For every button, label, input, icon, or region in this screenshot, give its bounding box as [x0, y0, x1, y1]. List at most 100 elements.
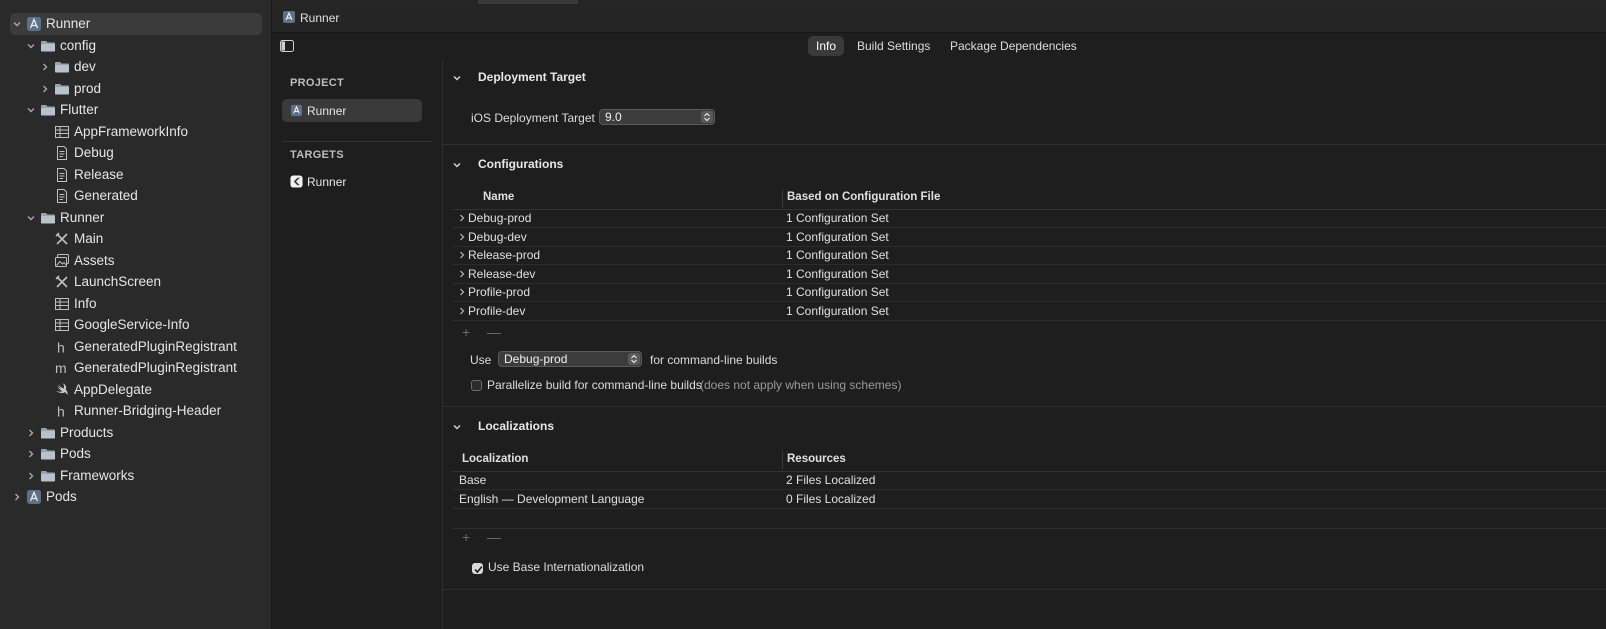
chevron-right-icon[interactable] — [12, 492, 22, 502]
chevron-right-icon[interactable] — [458, 288, 466, 296]
table-row[interactable]: Base 2 Files Localized — [452, 471, 1606, 490]
chevron-down-icon[interactable] — [26, 41, 36, 51]
configuration-based-on: 1 Configuration Set — [786, 304, 889, 318]
folder-icon — [40, 210, 56, 226]
checkmark-icon — [474, 566, 483, 574]
navigator-item-assets[interactable]: Assets — [10, 250, 262, 272]
chevron-down-icon[interactable] — [26, 105, 36, 115]
folder-icon — [40, 102, 56, 118]
chevron-right-icon[interactable] — [40, 84, 50, 94]
navigator-item-generated[interactable]: Generated — [10, 185, 262, 207]
navigator-item-googleservice-info[interactable]: GoogleService-Info — [10, 314, 262, 336]
plist-icon — [54, 317, 70, 333]
target-item-runner[interactable]: Runner — [282, 170, 422, 193]
column-header-based-on[interactable]: Based on Configuration File — [787, 191, 940, 203]
navigator-item-runner[interactable]: Runner — [10, 207, 262, 229]
chevron-right-icon[interactable] — [458, 214, 466, 222]
chevron-down-icon — [452, 73, 462, 83]
parallelize-checkbox[interactable] — [471, 380, 482, 391]
navigator-item-launchscreen[interactable]: LaunchScreen — [10, 271, 262, 293]
chevron-right-icon[interactable] — [40, 62, 50, 72]
folder-icon — [40, 38, 56, 54]
navigator-item-generatedpluginregistrant[interactable]: h GeneratedPluginRegistrant — [10, 336, 262, 358]
table-row[interactable]: Debug-dev 1 Configuration Set — [452, 228, 1606, 247]
column-header-resources[interactable]: Resources — [787, 453, 846, 465]
chevron-right-icon[interactable] — [26, 428, 36, 438]
tab-info[interactable]: Info — [808, 36, 845, 56]
chevron-right-icon[interactable] — [458, 233, 466, 241]
tab-build-settings[interactable]: Build Settings — [849, 36, 938, 56]
navigator-item-pods[interactable]: Pods — [10, 486, 262, 508]
navigator-item-appdelegate[interactable]: AppDelegate — [10, 379, 262, 401]
navigator-item-config[interactable]: config — [10, 35, 262, 57]
plist-icon — [54, 296, 70, 312]
navigator-item-runner[interactable]: Runner — [10, 13, 262, 35]
column-header-name[interactable]: Name — [483, 191, 514, 203]
chevron-down-icon — [452, 160, 462, 170]
remove-localization-button[interactable]: — — [487, 529, 501, 545]
use-suffix-label: for command-line builds — [650, 353, 778, 367]
navigator-item-label: dev — [74, 59, 96, 74]
section-title: Localizations — [478, 419, 555, 433]
ios-deployment-target-select[interactable]: 9.0 — [599, 109, 715, 125]
navigator-item-products[interactable]: Products — [10, 422, 262, 444]
select-value: Debug-prod — [504, 352, 568, 366]
navigator-item-label: Assets — [74, 252, 115, 268]
navigator-item-label: Runner — [60, 209, 105, 225]
chevron-down-icon[interactable] — [12, 19, 22, 29]
select-value: 9.0 — [605, 110, 622, 124]
navigator-item-main[interactable]: Main — [10, 228, 262, 250]
add-configuration-button[interactable]: + — [462, 324, 470, 340]
table-row[interactable]: Release-dev 1 Configuration Set — [452, 265, 1606, 284]
header-h-icon: h — [54, 403, 70, 420]
table-divider — [452, 528, 1606, 529]
section-title: Deployment Target — [478, 70, 586, 84]
info-content: Deployment Target iOS Deployment Target … — [442, 59, 1606, 629]
chevron-right-icon[interactable] — [458, 307, 466, 315]
chevron-right-icon[interactable] — [458, 270, 466, 278]
localization-name: English — Development Language — [459, 491, 645, 506]
chevron-right-icon[interactable] — [26, 449, 36, 459]
navigator-item-label: Generated — [74, 188, 138, 203]
chevron-right-icon[interactable] — [26, 471, 36, 481]
navigator-item-info[interactable]: Info — [10, 293, 262, 315]
xcode-project-icon — [290, 104, 303, 117]
add-localization-button[interactable]: + — [462, 529, 470, 545]
navigator-item-dev[interactable]: dev — [10, 56, 262, 78]
navigator-item-release[interactable]: Release — [10, 164, 262, 186]
remove-configuration-button[interactable]: — — [487, 324, 501, 340]
breadcrumb-project[interactable]: Runner — [300, 11, 339, 25]
sidebar-toggle-icon[interactable] — [280, 40, 294, 52]
navigator-item-debug[interactable]: Debug — [10, 142, 262, 164]
select-arrows-icon — [628, 353, 640, 365]
parallelize-label: Parallelize build for command-line build… — [487, 378, 702, 392]
table-row[interactable]: Debug-prod 1 Configuration Set — [452, 209, 1606, 228]
column-header-localization[interactable]: Localization — [462, 453, 528, 465]
table-row[interactable]: Profile-dev 1 Configuration Set — [452, 302, 1606, 321]
table-row[interactable]: Profile-prod 1 Configuration Set — [452, 283, 1606, 303]
navigator-item-generatedpluginregistrant[interactable]: m GeneratedPluginRegistrant — [10, 357, 262, 379]
column-divider — [782, 451, 783, 469]
navigator-item-runner-bridging-header[interactable]: h Runner-Bridging-Header — [10, 400, 262, 422]
navigator-item-label: Runner-Bridging-Header — [74, 403, 222, 418]
plist-icon — [54, 124, 70, 140]
project-item-runner[interactable]: Runner — [282, 99, 422, 122]
navigator-item-label: prod — [74, 80, 102, 96]
table-row[interactable]: English — Development Language 0 Files Lo… — [452, 490, 1606, 509]
command-line-config-select[interactable]: Debug-prod — [498, 351, 642, 367]
use-label: Use — [470, 353, 492, 367]
chevron-down-icon[interactable] — [26, 213, 36, 223]
navigator-item-appframeworkinfo[interactable]: AppFrameworkInfo — [10, 121, 262, 143]
chevron-right-icon[interactable] — [458, 251, 466, 259]
parallelize-note: (does not apply when using schemes) — [700, 378, 902, 392]
xcconfig-icon — [54, 188, 70, 204]
use-base-intl-checkbox[interactable] — [472, 563, 483, 574]
navigator-item-frameworks[interactable]: Frameworks — [10, 465, 262, 487]
navigator-item-prod[interactable]: prod — [10, 78, 262, 100]
project-editor: Runner Info Build Settings Package Depen… — [272, 0, 1606, 629]
tab-package-dependencies[interactable]: Package Dependencies — [942, 36, 1085, 56]
navigator-item-flutter[interactable]: Flutter — [10, 99, 262, 121]
xcode-project-icon — [282, 10, 296, 24]
navigator-item-pods[interactable]: Pods — [10, 443, 262, 465]
table-row[interactable]: Release-prod 1 Configuration Set — [452, 246, 1606, 266]
